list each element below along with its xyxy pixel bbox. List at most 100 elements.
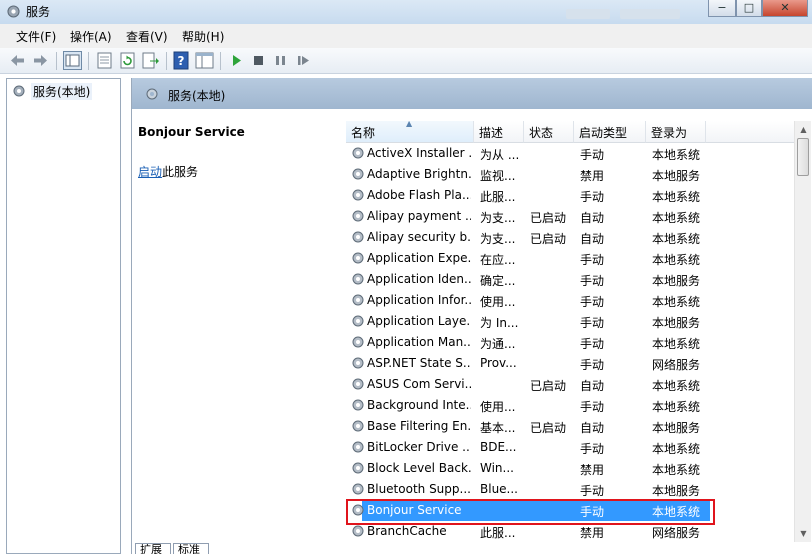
service-row[interactable]: Bluetooth Supp... Blue... 手动 本地服务: [346, 479, 793, 500]
menu-action[interactable]: 操作(A): [70, 28, 112, 45]
service-gear-icon: [352, 315, 364, 327]
service-name-cell: BitLocker Drive ...: [367, 440, 471, 454]
toolbar-separator: [56, 52, 57, 70]
service-logon-cell: 本地服务: [652, 316, 701, 330]
blurred-title-area: [566, 9, 610, 19]
service-row[interactable]: Application Iden... 确定... 手动 本地服务: [346, 269, 793, 290]
column-header-name[interactable]: ▲ 名称: [346, 121, 474, 143]
services-pane: 服务(本地) Bonjour Service 启动此服务 ▲ 名称 描述 状态 …: [131, 78, 812, 554]
scroll-down-icon[interactable]: ▼: [795, 525, 812, 542]
column-header-description[interactable]: 描述: [474, 121, 524, 143]
service-status-cell: 已启动: [530, 211, 567, 225]
column-header-status[interactable]: 状态: [524, 121, 574, 143]
service-row[interactable]: Alipay security b... 为支... 已启动 自动 本地系统: [346, 227, 793, 248]
services-gear-icon: [146, 88, 158, 100]
service-status-cell: 已启动: [530, 379, 567, 393]
service-logon-cell: 本地系统: [652, 148, 701, 162]
service-name-cell: Application Expe...: [367, 251, 471, 265]
service-description-cell: Win...: [480, 461, 514, 475]
service-gear-icon: [352, 252, 364, 264]
menu-bar: 文件(F) 操作(A) 查看(V) 帮助(H): [0, 24, 812, 48]
service-row[interactable]: ASUS Com Servi... 已启动 自动 本地系统: [346, 374, 793, 395]
service-description-cell: 基本...: [480, 421, 516, 435]
service-row[interactable]: Block Level Back... Win... 禁用 本地系统: [346, 458, 793, 479]
service-row[interactable]: Application Man... 为通... 手动 本地系统: [346, 332, 793, 353]
back-arrow-icon[interactable]: [8, 51, 27, 70]
tree-item-services-local[interactable]: 服务(本地): [31, 83, 93, 100]
service-startup-type-cell: 手动: [580, 274, 605, 288]
service-row[interactable]: ActiveX Installer ... 为从 ... 手动 本地系统: [346, 143, 793, 164]
blurred-title-area-2: [620, 9, 680, 19]
vertical-scrollbar[interactable]: ▲ ▼: [794, 121, 811, 542]
service-logon-cell: 本地系统: [652, 442, 701, 456]
show-hide-tree-icon[interactable]: [63, 51, 82, 70]
maximize-button[interactable]: □: [736, 0, 762, 17]
service-name-cell: Application Man...: [367, 335, 471, 349]
close-button[interactable]: ✕: [762, 0, 808, 17]
tab-standard[interactable]: 标准: [173, 543, 209, 554]
service-name-cell: ActiveX Installer ...: [367, 146, 471, 160]
service-description-panel: Bonjour Service 启动此服务: [138, 125, 245, 179]
service-description-cell: 使用...: [480, 400, 516, 414]
service-logon-cell: 本地服务: [652, 274, 701, 288]
service-description-cell: 为通...: [480, 337, 516, 351]
service-row[interactable]: Alipay payment ... 为支... 已启动 自动 本地系统: [346, 206, 793, 227]
service-row[interactable]: Application Expe... 在应... 手动 本地系统: [346, 248, 793, 269]
service-logon-cell: 本地系统: [652, 379, 701, 393]
title-bar: 服务 − □ ✕: [0, 0, 812, 24]
service-row[interactable]: Adobe Flash Pla... 此服... 手动 本地系统: [346, 185, 793, 206]
scrollbar-thumb[interactable]: [797, 138, 809, 176]
service-status-cell: 已启动: [530, 421, 567, 435]
service-startup-type-cell: 手动: [580, 253, 605, 267]
menu-file[interactable]: 文件(F): [16, 28, 56, 45]
menu-view[interactable]: 查看(V): [126, 28, 168, 45]
service-row[interactable]: BitLocker Drive ... BDE... 手动 本地系统: [346, 437, 793, 458]
service-row[interactable]: Background Inte... 使用... 手动 本地系统: [346, 395, 793, 416]
forward-arrow-icon[interactable]: [31, 51, 50, 70]
service-gear-icon: [352, 420, 364, 432]
view-tabs: 扩展 标准: [131, 543, 812, 554]
column-header-logon-as[interactable]: 登录为: [646, 121, 706, 143]
service-name-cell: BranchCache: [367, 524, 447, 538]
stop-service-icon[interactable]: [249, 51, 268, 70]
service-logon-cell: 本地系统: [652, 211, 701, 225]
service-name-cell: Adobe Flash Pla...: [367, 188, 471, 202]
tab-extended[interactable]: 扩展: [135, 543, 171, 554]
service-logon-cell: 本地系统: [652, 253, 701, 267]
service-name-cell: Bluetooth Supp...: [367, 482, 471, 496]
service-gear-icon: [352, 462, 364, 474]
service-row[interactable]: Base Filtering En... 基本... 已启动 自动 本地服务: [346, 416, 793, 437]
service-gear-icon: [352, 483, 364, 495]
export-list-icon[interactable]: [141, 51, 160, 70]
pause-service-icon[interactable]: [271, 51, 290, 70]
service-gear-icon: [352, 357, 364, 369]
service-row[interactable]: Application Laye... 为 In... 手动 本地服务: [346, 311, 793, 332]
start-service-icon[interactable]: [227, 51, 246, 70]
service-startup-type-cell: 手动: [580, 190, 605, 204]
service-startup-type-cell: 手动: [580, 358, 605, 372]
column-header-startup-type[interactable]: 启动类型: [574, 121, 646, 143]
scroll-up-icon[interactable]: ▲: [795, 121, 812, 138]
service-description-cell: 为 In...: [480, 316, 519, 330]
service-logon-cell: 网络服务: [652, 526, 701, 540]
properties-icon[interactable]: [95, 51, 114, 70]
service-name-cell: Adaptive Brightn...: [367, 167, 471, 181]
service-description-cell: BDE...: [480, 440, 517, 454]
service-row[interactable]: Adaptive Brightn... 监视... 禁用 本地服务: [346, 164, 793, 185]
selected-service-name: Bonjour Service: [138, 125, 245, 139]
restart-service-icon[interactable]: [294, 51, 313, 70]
service-status-cell: 已启动: [530, 232, 567, 246]
start-service-link[interactable]: 启动: [138, 165, 162, 179]
service-description-cell: 此服...: [480, 190, 516, 204]
service-gear-icon: [352, 273, 364, 285]
minimize-button[interactable]: −: [708, 0, 736, 17]
service-description-cell: 确定...: [480, 274, 516, 288]
service-description-cell: Blue...: [480, 482, 518, 496]
service-description-cell: Prov...: [480, 356, 517, 370]
refresh-icon[interactable]: [118, 51, 137, 70]
show-console-tree-icon[interactable]: [195, 51, 214, 70]
menu-help[interactable]: 帮助(H): [182, 28, 224, 45]
service-row[interactable]: ASP.NET State S... Prov... 手动 网络服务: [346, 353, 793, 374]
service-row[interactable]: Application Infor... 使用... 手动 本地系统: [346, 290, 793, 311]
help-icon[interactable]: ?: [172, 51, 191, 70]
